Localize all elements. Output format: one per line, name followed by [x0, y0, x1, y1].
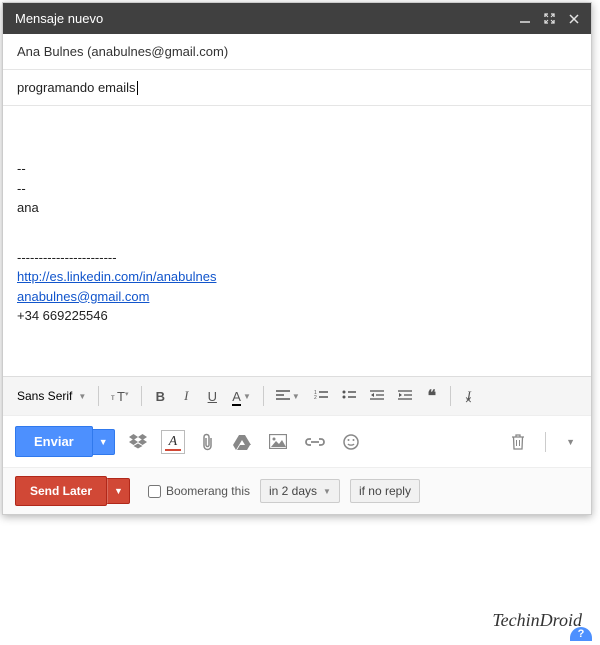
chevron-down-icon: ▼ [243, 392, 251, 401]
to-field[interactable]: Ana Bulnes (anabulnes@gmail.com) [3, 34, 591, 70]
send-later-button[interactable]: Send Later [15, 476, 107, 506]
compose-window: Mensaje nuevo Ana Bulnes (anabulnes@gmai… [2, 2, 592, 515]
dropbox-icon[interactable] [125, 430, 151, 454]
photo-icon[interactable] [265, 430, 291, 453]
numbered-list-button[interactable]: 12 [308, 383, 334, 409]
phone-text: +34 669225546 [17, 306, 577, 326]
quote-button[interactable]: ❝ [420, 383, 444, 409]
expand-icon[interactable] [544, 13, 555, 24]
boomerang-bar: Send Later ▼ Boomerang this in 2 days ▼ … [3, 467, 591, 514]
window-header: Mensaje nuevo [3, 3, 591, 34]
send-later-options-button[interactable]: ▼ [107, 478, 130, 504]
attach-icon[interactable] [195, 429, 219, 455]
italic-button[interactable]: I [174, 383, 198, 409]
text-cursor [137, 81, 138, 95]
bold-button[interactable]: B [148, 383, 172, 409]
subject-text: programando emails [17, 80, 136, 95]
minimize-icon[interactable] [520, 14, 530, 24]
recipient-chip[interactable]: Ana Bulnes (anabulnes@gmail.com) [17, 44, 228, 59]
boomerang-condition-select[interactable]: if no reply [350, 479, 420, 503]
signature-dash: -- [17, 159, 577, 179]
emoji-icon[interactable] [339, 430, 363, 454]
window-title: Mensaje nuevo [15, 11, 520, 26]
svg-text:T: T [117, 389, 125, 403]
trash-icon[interactable] [507, 430, 529, 454]
svg-text:▾: ▾ [125, 391, 129, 398]
separator [98, 386, 99, 406]
align-button[interactable]: ▼ [270, 383, 306, 409]
window-controls [520, 13, 579, 24]
chevron-down-icon: ▼ [323, 487, 331, 496]
signature-dash: -- [17, 179, 577, 199]
linkedin-link[interactable]: http://es.linkedin.com/in/anabulnes [17, 269, 216, 284]
send-options-button[interactable]: ▼ [93, 429, 115, 455]
action-bar: Enviar ▼ A ▼ [3, 415, 591, 467]
chevron-down-icon: ▼ [78, 392, 86, 401]
separator [141, 386, 142, 406]
boomerang-label: Boomerang this [166, 484, 250, 498]
remove-format-button[interactable]: I✕ [457, 383, 481, 409]
action-right: ▼ [507, 430, 579, 454]
message-body[interactable]: -- -- ana ----------------------- http:/… [3, 106, 591, 376]
separator [545, 432, 546, 452]
text-color-button[interactable]: A▼ [226, 383, 257, 409]
boomerang-checkbox-label[interactable]: Boomerang this [148, 484, 250, 498]
close-icon[interactable] [569, 14, 579, 24]
boomerang-checkbox[interactable] [148, 485, 161, 498]
font-size-button[interactable]: тT▾ [105, 383, 135, 409]
font-family-select[interactable]: Sans Serif ▼ [11, 385, 92, 407]
more-options-button[interactable]: ▼ [562, 433, 579, 451]
link-icon[interactable] [301, 433, 329, 451]
boomerang-when-select[interactable]: in 2 days ▼ [260, 479, 340, 503]
watermark: TechinDroid [492, 610, 582, 631]
separator [450, 386, 451, 406]
svg-text:2: 2 [314, 395, 317, 401]
svg-text:т: т [111, 393, 115, 402]
underline-button[interactable]: U [200, 383, 224, 409]
drive-icon[interactable] [229, 430, 255, 454]
indent-less-button[interactable] [364, 383, 390, 409]
font-format-button[interactable]: A [161, 430, 186, 454]
chevron-down-icon: ▼ [292, 392, 300, 401]
email-link[interactable]: anabulnes@gmail.com [17, 289, 149, 304]
signature-separator: ----------------------- [17, 248, 577, 268]
send-button[interactable]: Enviar [15, 426, 93, 457]
signature-name: ana [17, 198, 577, 218]
separator [263, 386, 264, 406]
format-toolbar: Sans Serif ▼ тT▾ B I U A▼ ▼ 12 ❝ [3, 376, 591, 415]
bullet-list-button[interactable] [336, 383, 362, 409]
indent-more-button[interactable] [392, 383, 418, 409]
subject-field[interactable]: programando emails [3, 70, 591, 106]
